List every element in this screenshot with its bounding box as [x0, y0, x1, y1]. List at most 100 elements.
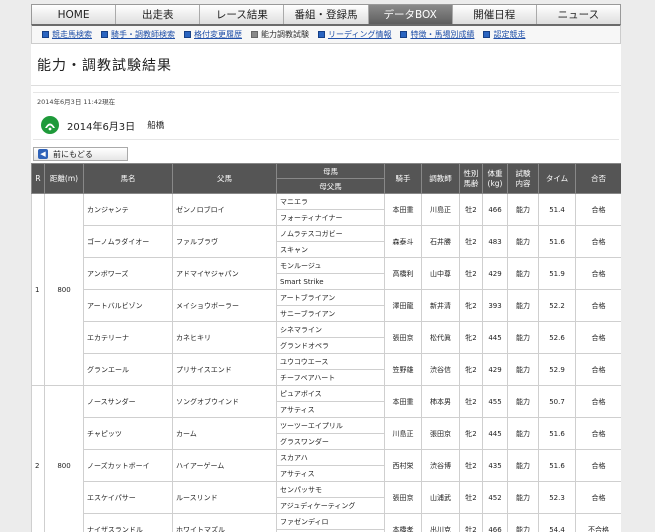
subnav-item-3[interactable]: 能力調教試験 — [251, 29, 309, 40]
cell-time: 52.3 — [538, 481, 576, 514]
dam-sire-name: フォーティナイナー — [276, 209, 385, 226]
subnav-item-5[interactable]: 特徴・馬場別成績 — [400, 29, 474, 40]
header-distance: 距離(m) — [44, 163, 84, 194]
cell-weight: 445 — [482, 321, 508, 354]
dam-name: ノムラテスコガビー — [276, 225, 385, 242]
table-row: グランエール プリサイスエンド ユウコウエース 笠野雄 渋谷信 牝2 429 能力 52.9 合格 — [32, 353, 621, 386]
race-header: 2014年6月3日 船橋 — [41, 116, 164, 134]
horse-name[interactable]: ナイザスランドル — [83, 513, 173, 532]
horse-name[interactable]: カンジャンテ — [83, 193, 173, 226]
cell-sexage: 牡2 — [459, 225, 483, 258]
cell-trainer[interactable]: 柿本男 — [421, 385, 460, 418]
cell-sexage: 牡2 — [459, 449, 483, 482]
horse-name[interactable]: エスケイパサー — [83, 481, 173, 514]
sire-name: ソングオブウインド — [172, 385, 277, 418]
nav-tab-1[interactable]: 出走表 — [116, 5, 201, 24]
dam-sire-name: チーフベアハート — [276, 369, 385, 386]
nav-tab-5[interactable]: 開催日程 — [453, 5, 537, 24]
horse-name[interactable]: エカテリーナ — [83, 321, 173, 354]
cell-sexage: 牡2 — [459, 385, 483, 418]
dam-name: ユウコウエース — [276, 353, 385, 370]
link-square-icon — [184, 31, 191, 38]
cell-kind: 能力 — [507, 193, 539, 226]
dam-name: ファゼンディロ — [276, 513, 385, 530]
sub-nav: 競走馬検索 騎手・調教師検索 格付変更履歴 能力調教試験 リーディング情報 特徴・馬場別成… — [31, 24, 621, 44]
subnav-item-6[interactable]: 認定競走 — [483, 29, 525, 40]
link-square-icon — [400, 31, 408, 38]
nav-tab-0[interactable]: HOME — [32, 5, 117, 24]
cell-jockey[interactable]: 高橋利 — [384, 257, 422, 290]
cell-result: 合格 — [575, 417, 621, 450]
cell-trainer[interactable]: 松代眞 — [421, 321, 460, 354]
cell-trainer[interactable]: 渋谷信 — [421, 353, 460, 386]
cell-trainer[interactable]: 出川克 — [421, 513, 460, 532]
subnav-item-label: 特徴・馬場別成績 — [410, 30, 475, 39]
dam-name: ピュアボイス — [276, 385, 385, 402]
venue-name: 船橋 — [147, 121, 165, 131]
main-nav: HOME 出走表 レース結果 番組・登録馬 データBOX 開催日程 ニュース — [31, 4, 621, 24]
sire-name: カーム — [172, 417, 277, 450]
cell-trainer[interactable]: 渋谷博 — [421, 449, 460, 482]
cell-jockey[interactable]: 笠野雄 — [384, 353, 422, 386]
subnav-item-2[interactable]: 格付変更履歴 — [184, 29, 242, 40]
subnav-item-1[interactable]: 騎手・調教師検索 — [101, 29, 175, 40]
cell-jockey[interactable]: 張田京 — [384, 321, 422, 354]
subnav-item-4[interactable]: リーディング情報 — [318, 29, 391, 40]
link-square-icon — [318, 31, 325, 38]
race-distance: 800 — [44, 193, 84, 386]
cell-sexage: 牝2 — [459, 289, 483, 322]
table-row: 1 800 カンジャンテ ゼンノロブロイ マニエラ 本田重 川島正 牡2 466 能力 51.4 合格 — [31, 193, 621, 386]
header-jockey: 騎手 — [384, 163, 422, 194]
cell-jockey[interactable]: 張田京 — [384, 481, 422, 514]
cell-jockey[interactable]: 本田重 — [384, 385, 422, 418]
horse-name[interactable]: ノーズカットボーイ — [83, 449, 173, 482]
dam-name: スカアハ — [276, 449, 385, 466]
header-horse: 馬名 — [83, 163, 173, 194]
cell-trainer[interactable]: 新井清 — [421, 289, 460, 322]
cell-weight: 466 — [482, 193, 508, 226]
back-button[interactable]: ◀ 前にもどる — [33, 147, 128, 161]
cell-weight: 483 — [482, 225, 508, 258]
cell-sexage: 牡2 — [459, 481, 483, 514]
cell-time: 54.4 — [538, 513, 576, 532]
dam-sire-name: Smart Strike — [276, 273, 385, 290]
dam-name: ツーツーエイプリル — [276, 417, 385, 434]
cell-trainer[interactable]: 張田京 — [421, 417, 460, 450]
nav-tab-6[interactable]: ニュース — [537, 5, 620, 24]
horse-name[interactable]: アンボワーズ — [83, 257, 173, 290]
cell-trainer[interactable]: 山浦武 — [421, 481, 460, 514]
cell-trainer[interactable]: 石井勝 — [421, 225, 460, 258]
cell-trainer[interactable]: 山中尊 — [421, 257, 460, 290]
cell-jockey[interactable]: 西村栄 — [384, 449, 422, 482]
nav-tab-4[interactable]: データBOX — [368, 5, 453, 24]
table-row: アンボワーズ アドマイヤジャパン モンルージュ 高橋利 山中尊 牡2 429 能力 51.9 合格 — [32, 257, 621, 290]
nav-tab-2[interactable]: レース結果 — [200, 5, 285, 24]
subnav-item-label: 騎手・調教師検索 — [111, 30, 175, 39]
table-row: ゴーノムラダイオー ファルブラヴ ノムラテスコガビー 森泰斗 石井勝 牡2 483 能力 51.… — [32, 225, 621, 258]
cell-sexage: 牡2 — [459, 193, 483, 226]
cell-jockey[interactable]: 本田重 — [384, 193, 422, 226]
horse-name[interactable]: アートバルビゾン — [83, 289, 173, 322]
sire-name: カネヒキリ — [172, 321, 277, 354]
horse-name[interactable]: ゴーノムラダイオー — [83, 225, 173, 258]
cell-weight: 445 — [482, 417, 508, 450]
cell-sexage: 牝2 — [459, 353, 483, 386]
race-distance: 800 — [44, 385, 84, 532]
nav-tab-3[interactable]: 番組・登録馬 — [284, 5, 369, 24]
subnav-item-0[interactable]: 競走馬検索 — [42, 29, 92, 40]
horse-name[interactable]: グランエール — [83, 353, 173, 386]
sire-name: ホワイトマズル — [172, 513, 277, 532]
race-info-box: 2014年6月3日 11:42現在 2014年6月3日 船橋 — [33, 92, 619, 140]
cell-jockey[interactable]: 川島正 — [384, 417, 422, 450]
horse-name[interactable]: ノースサンダー — [83, 385, 173, 418]
cell-time: 51.4 — [538, 193, 576, 226]
cell-jockey[interactable]: 澤田龍 — [384, 289, 422, 322]
cell-jockey[interactable]: 森泰斗 — [384, 225, 422, 258]
cell-trainer[interactable]: 川島正 — [421, 193, 460, 226]
sire-name: アドマイヤジャパン — [172, 257, 277, 290]
horse-name[interactable]: チャピッツ — [83, 417, 173, 450]
subnav-item-label: リーディング情報 — [328, 30, 392, 39]
cell-weight: 455 — [482, 385, 508, 418]
dam-sire-name: アジュディケーティング — [276, 497, 385, 514]
cell-jockey[interactable]: 本橋孝 — [384, 513, 422, 532]
